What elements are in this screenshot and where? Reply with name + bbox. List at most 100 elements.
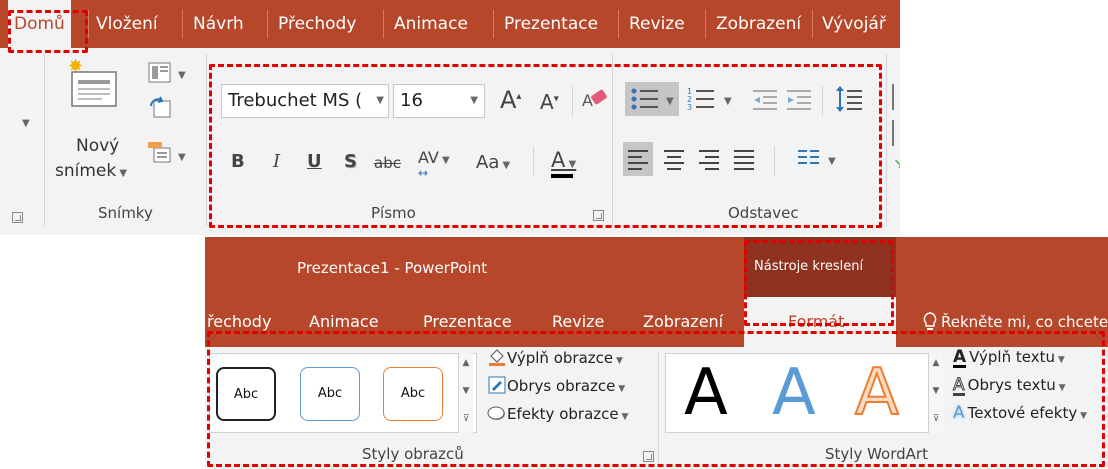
align-left-icon: [628, 150, 648, 170]
shape-gallery-scrollbar[interactable]: ▲ ▼ ⊽: [458, 353, 473, 433]
bold-button[interactable]: B: [231, 153, 245, 171]
ribbon-body: ▼ ✸ Nový snímek ▼ ▼ ▼ Snímky Trebuchet M…: [0, 48, 900, 235]
wordart-style-black[interactable]: A: [684, 361, 728, 425]
clear-formatting-icon[interactable]: A: [580, 86, 608, 114]
strikethrough-button[interactable]: abc: [374, 156, 401, 171]
group-label-paragraph: Odstavec: [728, 204, 799, 222]
font-color-button[interactable]: A ▼: [551, 150, 576, 171]
gallery-more-icon[interactable]: ⊽: [459, 411, 473, 428]
tab-home[interactable]: Domů: [8, 0, 71, 48]
shape-style-orange[interactable]: Abc: [383, 367, 443, 421]
font-name-combobox[interactable]: Trebuchet MS (▼: [221, 84, 389, 118]
shape-styles-launcher-icon[interactable]: [643, 451, 654, 462]
pencil-icon: [488, 376, 506, 394]
svg-text:3: 3: [687, 103, 692, 112]
underline-button[interactable]: U: [307, 153, 322, 171]
wordart-scroll-down-icon[interactable]: ▼: [929, 383, 943, 400]
tab-insert[interactable]: Vložení: [96, 0, 158, 48]
tab-view[interactable]: Zobrazení: [716, 0, 801, 48]
grow-font-glyph: A: [500, 86, 517, 114]
tab-view[interactable]: Zobrazení: [643, 297, 723, 347]
ribbon-body-format: Abc Abc Abc ▲ ▼ ⊽ Výplň obrazce ▼ Obrys …: [205, 347, 1108, 469]
shape-fill-button[interactable]: Výplň obrazce ▼: [487, 347, 623, 371]
change-case-button[interactable]: Aa ▼: [476, 154, 510, 172]
ribbon-tab-bar: Domů Vložení Návrh Přechody Animace Prez…: [0, 0, 900, 48]
text-fill-button[interactable]: A Výplň textu ▼: [953, 347, 1065, 370]
shadow-button[interactable]: S: [344, 153, 357, 171]
text-outline-icon: A: [953, 375, 965, 396]
section-icon[interactable]: [146, 138, 174, 166]
group-label-slides: Snímky: [98, 204, 153, 222]
wordart-gallery-scrollbar[interactable]: ▲ ▼ ⊽: [928, 353, 943, 433]
text-fill-label: Výplň textu: [969, 348, 1055, 366]
new-slide-label-2: snímek: [55, 161, 117, 181]
shape-effects-icon: [487, 406, 505, 420]
paint-bucket-icon: [489, 349, 505, 366]
layout-dropdown-icon[interactable]: ▼: [178, 70, 186, 81]
lightbulb-icon: [923, 312, 937, 330]
line-spacing-icon[interactable]: [834, 84, 864, 114]
shape-effects-button[interactable]: Efekty obrazce ▼: [487, 403, 628, 427]
align-center-icon[interactable]: [663, 148, 687, 170]
change-case-glyph: Aa: [476, 152, 500, 173]
group-label-font: Písmo: [371, 204, 416, 222]
scroll-down-icon[interactable]: ▼: [459, 383, 473, 400]
tab-review[interactable]: Revize: [629, 0, 685, 48]
shape-style-black[interactable]: Abc: [216, 367, 276, 421]
scroll-up-icon[interactable]: ▲: [459, 355, 473, 372]
smartart-icon[interactable]: ↘: [893, 156, 900, 172]
reset-icon[interactable]: [148, 96, 172, 120]
gallery-scroll-down-icon[interactable]: ▼: [22, 118, 30, 129]
tab-slideshow[interactable]: Prezentace: [423, 297, 512, 347]
tab-developer[interactable]: Vývojář: [822, 0, 886, 48]
text-outline-button[interactable]: A Obrys textu ▼: [953, 375, 1066, 398]
shape-style-blue[interactable]: Abc: [300, 367, 360, 421]
decrease-indent-icon[interactable]: [751, 86, 779, 112]
svg-text:✸: ✸: [68, 56, 83, 77]
align-right-icon[interactable]: [698, 148, 722, 170]
layout-icon[interactable]: [147, 60, 173, 86]
numbering-dropdown-icon[interactable]: ▼: [724, 96, 732, 107]
font-size-combobox[interactable]: 16 ▼: [393, 84, 485, 118]
columns-dropdown-icon[interactable]: ▼: [828, 156, 836, 167]
tab-slideshow[interactable]: Prezentace: [504, 0, 598, 48]
font-dialog-launcher-icon[interactable]: [593, 210, 604, 221]
new-slide-label-1[interactable]: Nový: [76, 136, 119, 156]
text-effects-button[interactable]: A Textové efekty ▼: [953, 403, 1087, 426]
bullets-dropdown-icon[interactable]: ▼: [666, 96, 674, 107]
tab-design[interactable]: Návrh: [193, 0, 244, 48]
dialog-launcher-icon[interactable]: [12, 212, 23, 223]
numbering-icon[interactable]: 1 2 3: [687, 86, 717, 112]
tell-me-search[interactable]: Řekněte mi, co chcete: [941, 297, 1108, 347]
text-effects-icon: A: [953, 403, 965, 423]
wordart-scroll-up-icon[interactable]: ▲: [929, 355, 943, 372]
justify-icon[interactable]: [733, 148, 757, 170]
italic-button[interactable]: I: [273, 153, 280, 171]
increase-indent-icon[interactable]: [785, 86, 813, 112]
section-dropdown-icon[interactable]: ▼: [178, 152, 186, 163]
new-slide-button[interactable]: snímek ▼: [55, 161, 127, 181]
tab-animations[interactable]: Animace: [394, 0, 468, 48]
new-slide-icon[interactable]: ✸: [64, 56, 122, 114]
text-fill-icon: A: [953, 347, 967, 368]
shape-outline-button[interactable]: Obrys obrazce ▼: [487, 375, 625, 399]
font-name-value: Trebuchet MS (: [228, 90, 363, 111]
ribbon-tab-bar-bottom: řechody Animace Prezentace Revize Zobraz…: [205, 297, 1108, 347]
shrink-font-button[interactable]: A▾: [540, 92, 559, 112]
contextual-group-label: Nástroje kreslení: [754, 259, 864, 274]
tab-review[interactable]: Revize: [552, 297, 604, 347]
character-spacing-button[interactable]: AV ↔ ▼: [418, 150, 450, 180]
columns-icon[interactable]: [797, 148, 821, 170]
tab-transitions-partial[interactable]: řechody: [207, 297, 271, 347]
tab-transitions[interactable]: Přechody: [278, 0, 356, 48]
align-text-icon[interactable]: [892, 120, 898, 146]
font-color-swatch: [551, 174, 573, 178]
text-direction-icon[interactable]: [892, 84, 898, 110]
tab-animations[interactable]: Animace: [309, 297, 379, 347]
wordart-style-blue[interactable]: A: [772, 361, 816, 425]
svg-text:A: A: [582, 91, 593, 110]
wordart-gallery-more-icon[interactable]: ⊽: [929, 411, 943, 428]
window-title: Prezentace1 - PowerPoint: [297, 259, 488, 277]
wordart-style-orange-outline[interactable]: A: [854, 360, 900, 426]
grow-font-button[interactable]: A▴: [500, 88, 521, 112]
